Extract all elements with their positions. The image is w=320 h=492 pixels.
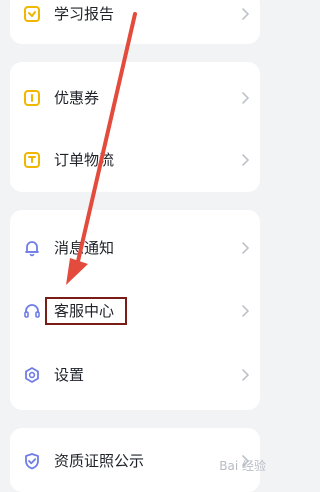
watermark-logo: Bai 经验 [219, 459, 266, 473]
annotation-arrow [66, 12, 137, 285]
